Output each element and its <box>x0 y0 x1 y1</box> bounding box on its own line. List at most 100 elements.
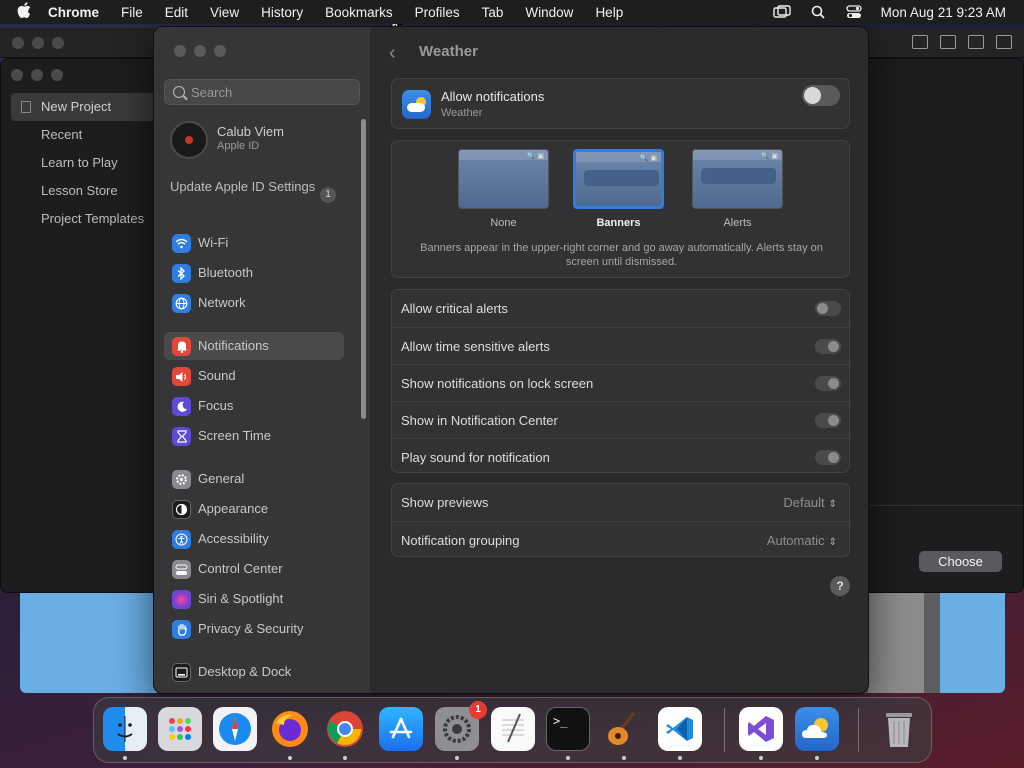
lock-screen-toggle[interactable] <box>815 376 841 391</box>
apple-menu-icon[interactable] <box>10 2 38 22</box>
terminal-icon[interactable]: >_ <box>546 707 590 751</box>
update-apple-id-settings[interactable]: Update Apple ID Settings 1 <box>170 179 345 203</box>
menu-file[interactable]: File <box>121 5 143 20</box>
menu-edit[interactable]: Edit <box>165 5 188 20</box>
sidebar-item-recent[interactable]: Recent <box>11 121 156 149</box>
chrome-icon[interactable] <box>323 707 367 751</box>
menu-bookmarks[interactable]: Bookmarks <box>325 5 393 20</box>
sidebar-item-bluetooth[interactable]: Bluetooth <box>164 259 344 287</box>
chevron-updown-icon: ⇕ <box>828 537 837 548</box>
menu-app-name[interactable]: Chrome <box>48 5 99 20</box>
avatar <box>170 121 208 159</box>
control-center-icon <box>172 560 191 579</box>
alert-style-none[interactable]: 🔍 ▣ None <box>458 149 549 229</box>
critical-alerts-toggle[interactable] <box>815 301 841 316</box>
zoom-button[interactable] <box>52 37 64 49</box>
sidebar-item-label: Screen Time <box>198 428 271 443</box>
menu-view[interactable]: View <box>210 5 239 20</box>
popup-label: Notification grouping <box>401 533 520 548</box>
choose-button[interactable]: Choose <box>919 551 1002 572</box>
minimize-button[interactable] <box>31 69 43 81</box>
play-sound-toggle[interactable] <box>815 450 841 465</box>
menu-window[interactable]: Window <box>525 5 573 20</box>
banner-shape <box>584 170 659 186</box>
close-button[interactable] <box>11 69 23 81</box>
zoom-button[interactable] <box>214 45 226 57</box>
alert-style-alerts[interactable]: 🔍 ▣ Alerts <box>692 149 783 229</box>
control-center-icon[interactable] <box>845 5 863 19</box>
sidebar-scrollbar[interactable] <box>361 119 366 419</box>
finder-icon[interactable] <box>103 707 147 751</box>
popup-label: Show previews <box>401 495 489 510</box>
dock-icon <box>172 663 191 682</box>
safari-icon[interactable] <box>213 707 257 751</box>
alert-style-banners[interactable]: 🔍 ▣ Banners <box>573 149 664 229</box>
show-previews-popup[interactable]: Default ⇕ <box>783 495 837 510</box>
sidebar-item-project-templates[interactable]: Project Templates <box>11 205 156 233</box>
notification-center-toggle[interactable] <box>815 413 841 428</box>
menu-tab[interactable]: Tab <box>482 5 504 20</box>
hourglass-icon <box>172 427 191 446</box>
sidebar-item-lesson-store[interactable]: Lesson Store <box>11 177 156 205</box>
accessibility-icon <box>172 530 191 549</box>
launchpad-icon[interactable] <box>158 707 202 751</box>
menu-icons-glyph: 🔍 ▣ <box>760 153 778 160</box>
zoom-button[interactable] <box>51 69 63 81</box>
garageband-icon[interactable] <box>602 707 646 751</box>
sidebar-item-screen-time[interactable]: Screen Time <box>164 422 344 450</box>
menu-help[interactable]: Help <box>595 5 623 20</box>
sidebar-toggle-icon[interactable] <box>912 35 928 49</box>
sidebar-item-network[interactable]: Network <box>164 289 344 317</box>
screen-mirroring-icon[interactable] <box>772 5 791 19</box>
vscode-icon[interactable] <box>658 707 702 751</box>
spotlight-search-icon[interactable] <box>809 5 827 19</box>
sidebar-item-new-project[interactable]: New Project <box>11 93 156 121</box>
time-sensitive-toggle[interactable] <box>815 339 841 354</box>
apple-id-account[interactable]: Calub Viem Apple ID <box>170 119 350 161</box>
sidebar-item-focus[interactable]: Focus <box>164 392 344 420</box>
search-field[interactable] <box>164 79 360 105</box>
menu-profiles[interactable]: Profiles <box>415 5 460 20</box>
menu-bar: Chrome File Edit View History Bookmarks … <box>0 0 1024 24</box>
sidebar-item-siri-spotlight[interactable]: Siri & Spotlight <box>164 585 344 613</box>
textedit-icon[interactable] <box>491 707 535 751</box>
right-panel-icon[interactable] <box>968 35 984 49</box>
allow-notifications-app: Weather <box>441 107 483 119</box>
sidebar-item-notifications[interactable]: Notifications <box>164 332 344 360</box>
bottom-panel-icon[interactable] <box>940 35 956 49</box>
weather-icon[interactable] <box>795 707 839 751</box>
sidebar-item-label: Privacy & Security <box>198 621 304 636</box>
sidebar-item-wifi[interactable]: Wi-Fi <box>164 229 344 257</box>
menu-clock[interactable]: Mon Aug 21 9:23 AM <box>881 5 1006 20</box>
menu-history[interactable]: History <box>261 5 303 20</box>
close-button[interactable] <box>174 45 186 57</box>
toggle-knob <box>804 87 821 104</box>
toggle-knob <box>817 303 828 314</box>
firefox-icon[interactable] <box>268 707 312 751</box>
sidebar-item-privacy-security[interactable]: Privacy & Security <box>164 615 344 643</box>
alert-shape <box>701 168 776 184</box>
sidebar-item-sound[interactable]: Sound <box>164 362 344 390</box>
help-button[interactable]: ? <box>830 576 850 596</box>
minimize-button[interactable] <box>32 37 44 49</box>
sidebar-item-general[interactable]: General <box>164 465 344 493</box>
back-chevron-icon[interactable]: ‹ <box>389 42 396 65</box>
visual-studio-icon[interactable] <box>739 707 783 751</box>
running-indicator <box>455 756 459 760</box>
toggle-row-critical-alerts: Allow critical alerts <box>392 290 851 327</box>
notification-grouping-popup[interactable]: Automatic ⇕ <box>767 533 837 548</box>
app-store-icon[interactable] <box>379 707 423 751</box>
allow-notifications-toggle[interactable] <box>802 85 840 106</box>
sidebar-item-accessibility[interactable]: Accessibility <box>164 525 344 553</box>
layout-icon[interactable] <box>996 35 1012 49</box>
search-input[interactable] <box>191 83 351 101</box>
sidebar-item-control-center[interactable]: Control Center <box>164 555 344 583</box>
sidebar-item-desktop-dock[interactable]: Desktop & Dock <box>164 658 344 686</box>
sidebar-item-appearance[interactable]: Appearance <box>164 495 344 523</box>
sidebar-item-learn-to-play[interactable]: Learn to Play <box>11 149 156 177</box>
close-button[interactable] <box>12 37 24 49</box>
running-indicator <box>566 756 570 760</box>
dock-separator <box>858 708 859 752</box>
trash-icon[interactable] <box>877 707 921 751</box>
minimize-button[interactable] <box>194 45 206 57</box>
